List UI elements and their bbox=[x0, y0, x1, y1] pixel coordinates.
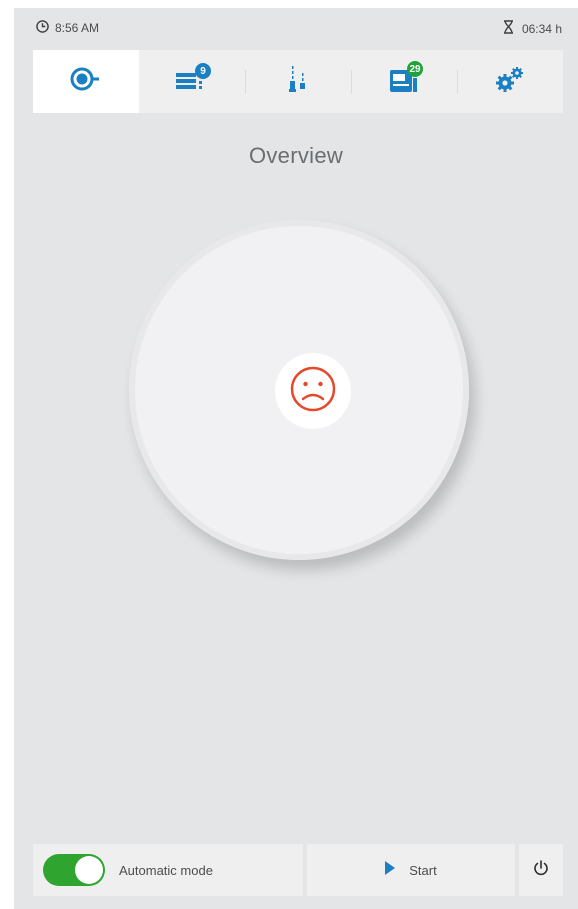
power-icon bbox=[533, 859, 549, 881]
gears-icon bbox=[494, 65, 526, 98]
automatic-mode-label: Automatic mode bbox=[119, 862, 213, 878]
device-badge: 29 bbox=[407, 61, 423, 77]
machine-status-indicator[interactable] bbox=[129, 220, 469, 560]
page-title: Overview bbox=[248, 143, 344, 168]
status-face bbox=[275, 353, 351, 429]
toggle-knob bbox=[75, 856, 103, 884]
bottom-bar: Automatic mode Start bbox=[33, 844, 563, 896]
tab-messages[interactable]: 9 bbox=[139, 50, 245, 113]
process-icon bbox=[286, 64, 310, 99]
automatic-mode-control: Automatic mode bbox=[33, 844, 303, 896]
automatic-mode-toggle[interactable] bbox=[43, 854, 105, 886]
clock-icon bbox=[36, 20, 49, 36]
clock: 8:56 AM bbox=[36, 20, 99, 36]
clock-time: 8:56 AM bbox=[55, 21, 100, 35]
tab-overview[interactable] bbox=[33, 50, 139, 113]
tab-process[interactable] bbox=[245, 50, 351, 113]
status-bar: 8:56 AM 06:34 h bbox=[14, 8, 578, 48]
start-label: Start bbox=[409, 862, 437, 878]
tab-device[interactable]: 29 bbox=[351, 50, 457, 113]
device-icon: 29 bbox=[387, 61, 423, 99]
start-button[interactable]: Start bbox=[307, 844, 515, 896]
sad-face-icon bbox=[289, 365, 337, 418]
overview-icon bbox=[69, 66, 103, 97]
runtime-value: 06:34 h bbox=[521, 21, 562, 36]
messages-badge: 9 bbox=[195, 63, 211, 79]
runtime: 06:34 h bbox=[503, 20, 562, 37]
hourglass-icon bbox=[503, 20, 514, 37]
screen: 8:56 AM 06:34 h 9 29 Overview Automatic … bbox=[14, 8, 578, 909]
list-info-icon: 9 bbox=[174, 63, 211, 98]
tab-settings[interactable] bbox=[457, 50, 563, 113]
play-icon bbox=[385, 860, 396, 880]
main-navigation: 9 29 bbox=[33, 50, 563, 113]
power-button[interactable] bbox=[519, 844, 563, 896]
